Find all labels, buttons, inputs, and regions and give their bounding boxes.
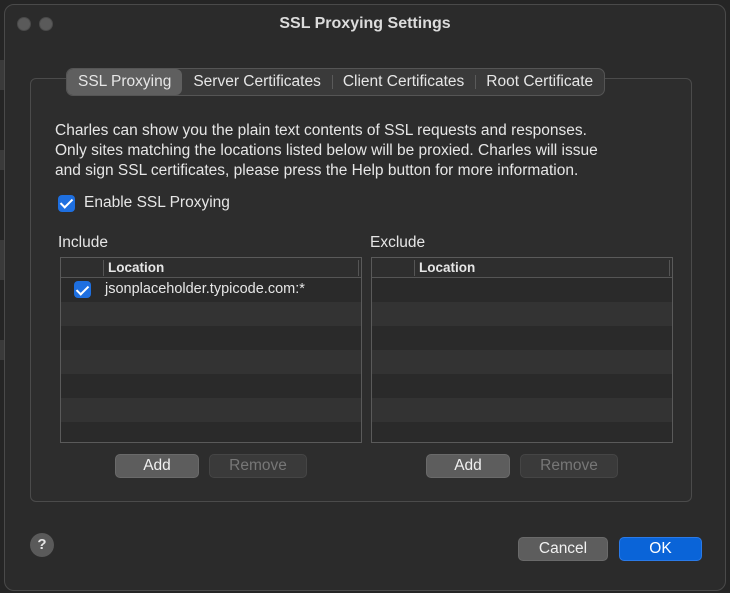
location-cell: jsonplaceholder.typicode.com:* bbox=[105, 281, 305, 297]
include-list-header[interactable]: Location bbox=[61, 258, 361, 278]
tab-ssl-proxying[interactable]: SSL Proxying bbox=[67, 69, 183, 95]
tab-client-certificates[interactable]: Client Certificates bbox=[331, 69, 475, 95]
empty-row bbox=[372, 326, 672, 350]
description-line: Charles can show you the plain text cont… bbox=[55, 122, 587, 139]
tab-server-certificates[interactable]: Server Certificates bbox=[182, 69, 331, 95]
description-line: and sign SSL certificates, please press … bbox=[55, 162, 579, 179]
title-bar: SSL Proxying Settings bbox=[5, 5, 725, 43]
exclude-list[interactable]: Location bbox=[371, 257, 673, 443]
enable-ssl-proxying-row: Enable SSL Proxying bbox=[58, 194, 230, 212]
empty-row bbox=[372, 350, 672, 374]
exclude-add-button[interactable]: Add bbox=[426, 454, 510, 478]
description-line: Only sites matching the locations listed… bbox=[55, 142, 598, 159]
include-list[interactable]: Location jsonplaceholder.typicode.com:* bbox=[60, 257, 362, 443]
empty-row bbox=[61, 302, 361, 326]
include-label: Include bbox=[58, 234, 108, 251]
empty-row bbox=[61, 374, 361, 398]
empty-row bbox=[61, 326, 361, 350]
include-remove-button[interactable]: Remove bbox=[209, 454, 307, 478]
cancel-button[interactable]: Cancel bbox=[518, 537, 608, 561]
exclude-list-header[interactable]: Location bbox=[372, 258, 672, 278]
empty-row bbox=[372, 422, 672, 442]
enable-ssl-proxying-checkbox[interactable] bbox=[58, 194, 75, 212]
empty-row bbox=[61, 350, 361, 374]
help-button[interactable]: ? bbox=[30, 533, 54, 557]
column-separator bbox=[414, 260, 415, 276]
row-enabled-checkbox[interactable] bbox=[74, 281, 91, 298]
tab-root-certificate[interactable]: Root Certificate bbox=[475, 69, 604, 95]
empty-row bbox=[61, 398, 361, 422]
empty-row bbox=[372, 278, 672, 302]
location-column-header[interactable]: Location bbox=[419, 258, 475, 277]
empty-row bbox=[372, 374, 672, 398]
empty-row bbox=[61, 422, 361, 442]
exclude-remove-button[interactable]: Remove bbox=[520, 454, 618, 478]
column-separator bbox=[669, 260, 670, 276]
empty-row bbox=[372, 302, 672, 326]
table-row[interactable]: jsonplaceholder.typicode.com:* bbox=[61, 278, 361, 302]
location-column-header[interactable]: Location bbox=[108, 258, 164, 277]
include-add-button[interactable]: Add bbox=[115, 454, 199, 478]
tab-bar: SSL Proxying Server Certificates Client … bbox=[66, 68, 606, 96]
empty-row bbox=[372, 398, 672, 422]
column-separator bbox=[103, 260, 104, 276]
enable-ssl-proxying-label[interactable]: Enable SSL Proxying bbox=[84, 194, 230, 212]
column-separator bbox=[358, 260, 359, 276]
ok-button[interactable]: OK bbox=[619, 537, 702, 561]
window-title: SSL Proxying Settings bbox=[279, 15, 451, 32]
description-text: Charles can show you the plain text cont… bbox=[55, 121, 675, 181]
exclude-label: Exclude bbox=[370, 234, 426, 251]
